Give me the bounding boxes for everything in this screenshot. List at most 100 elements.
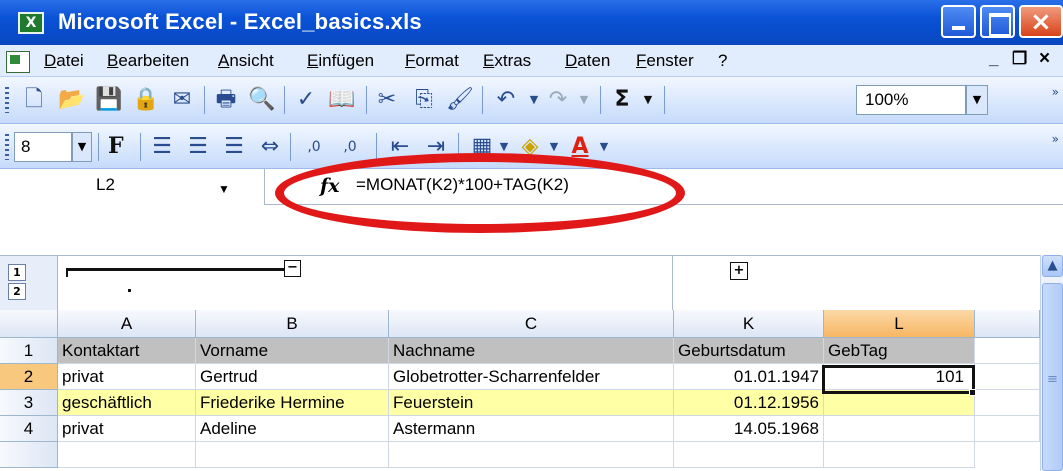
font-color-dropdown-icon[interactable]: ▼ (590, 133, 618, 161)
new-document-icon[interactable]: 🗋 (20, 86, 48, 114)
excel-app-icon[interactable]: X (18, 12, 44, 34)
cell-empty[interactable] (975, 416, 1040, 442)
format-painter-icon[interactable]: 🖌 (446, 86, 474, 114)
cell-k5[interactable] (674, 442, 824, 468)
cell-l3[interactable] (824, 390, 975, 416)
save-icon[interactable]: 💾 (95, 86, 123, 114)
cell-empty[interactable] (975, 390, 1040, 416)
document-minimize-button[interactable]: _ (989, 49, 998, 69)
font-size-select[interactable]: 8 (14, 132, 72, 162)
document-restore-button[interactable]: ❐ (1012, 49, 1027, 69)
cell-b1[interactable]: Vorname (196, 338, 389, 364)
maximize-button[interactable] (980, 5, 1015, 38)
cell-empty[interactable] (975, 364, 1040, 390)
open-folder-icon[interactable]: 📂 (58, 86, 86, 114)
cell-a5[interactable] (58, 442, 196, 468)
menu-help[interactable]: ? (718, 51, 727, 71)
close-button[interactable]: × (1019, 5, 1063, 38)
autosum-dropdown-icon[interactable]: ▼ (634, 86, 662, 114)
column-header-b[interactable]: B (196, 310, 389, 338)
cell-c4[interactable]: Astermann (389, 416, 674, 442)
select-all-corner[interactable] (0, 310, 58, 338)
cell-k1[interactable]: Geburtsdatum (674, 338, 824, 364)
toolbar-grip[interactable] (5, 134, 9, 160)
cell-l1[interactable]: GebTag (824, 338, 975, 364)
cell-b5[interactable] (196, 442, 389, 468)
spelling-icon[interactable]: ✓ (292, 86, 320, 114)
cell-l2[interactable]: 101 (824, 364, 975, 390)
align-left-icon[interactable]: ☰ (148, 133, 176, 161)
vertical-scrollbar[interactable]: ▲ (1040, 255, 1063, 471)
align-center-icon[interactable]: ☰ (184, 133, 212, 161)
permission-icon[interactable]: 🔒 (132, 86, 160, 114)
scrollbar-thumb[interactable] (1042, 283, 1063, 471)
menu-format[interactable]: Format (405, 51, 459, 71)
name-box[interactable]: L2 ▼ (0, 169, 265, 205)
cell-l4[interactable] (824, 416, 975, 442)
cell-l5[interactable] (824, 442, 975, 468)
menu-fenster[interactable]: Fenster (636, 51, 694, 71)
cell-a4[interactable]: privat (58, 416, 196, 442)
redo-icon[interactable]: ↷ (544, 86, 572, 114)
minimize-button[interactable] (941, 5, 976, 38)
cell-b3[interactable]: Friederike Hermine (196, 390, 389, 416)
menu-daten[interactable]: Daten (565, 51, 610, 71)
cell-a3[interactable]: geschäftlich (58, 390, 196, 416)
menu-bearbeiten[interactable]: Bearbeiten (107, 51, 189, 71)
column-header-k[interactable]: K (674, 310, 824, 338)
cell-b4[interactable]: Adeline (196, 416, 389, 442)
menu-extras[interactable]: Extras (483, 51, 531, 71)
menu-ansicht[interactable]: Ansicht (218, 51, 274, 71)
cell-c3[interactable]: Feuerstein (389, 390, 674, 416)
increase-decimal-icon[interactable]: ,0 (300, 133, 328, 161)
cell-empty[interactable] (975, 338, 1040, 364)
workbook-icon[interactable] (6, 51, 30, 73)
cell-k4[interactable]: 14.05.1968 (674, 416, 824, 442)
cell-c1[interactable]: Nachname (389, 338, 674, 364)
mail-icon[interactable]: ✉ (168, 86, 196, 114)
font-size-dropdown-icon[interactable]: ▼ (72, 132, 92, 162)
cell-k2[interactable]: 01.01.1947 (674, 364, 824, 390)
cell-k3[interactable]: 01.12.1956 (674, 390, 824, 416)
cell-b2[interactable]: Gertrud (196, 364, 389, 390)
row-header-5[interactable] (0, 442, 58, 468)
scroll-up-arrow-icon[interactable]: ▲ (1042, 255, 1063, 277)
column-header-empty[interactable] (975, 310, 1040, 338)
outline-level-2-button[interactable]: 2 (8, 283, 26, 300)
undo-icon[interactable]: ↶ (492, 86, 520, 114)
cell-a2[interactable]: privat (58, 364, 196, 390)
column-header-a[interactable]: A (58, 310, 196, 338)
decrease-decimal-icon[interactable]: ,0 (336, 133, 364, 161)
row-header-1[interactable]: 1 (0, 338, 58, 364)
row-header-4[interactable]: 4 (0, 416, 58, 442)
merge-center-icon[interactable]: ⇔ (256, 133, 284, 161)
zoom-dropdown-icon[interactable]: ▼ (966, 85, 988, 115)
cell-a1[interactable]: Kontaktart (58, 338, 196, 364)
toolbar-options-icon[interactable]: » (1052, 132, 1059, 146)
autosum-icon[interactable]: Σ (608, 86, 636, 114)
cut-icon[interactable]: ✂ (373, 86, 401, 114)
print-icon[interactable]: 🖶 (212, 86, 240, 114)
menu-einfuegen[interactable]: Einfügen (307, 51, 374, 71)
collapse-group-button[interactable]: − (284, 260, 301, 277)
research-icon[interactable]: 📖 (328, 86, 356, 114)
row-header-3[interactable]: 3 (0, 390, 58, 416)
document-close-button[interactable]: × (1039, 48, 1050, 70)
outline-level-1-button[interactable]: 1 (8, 264, 26, 281)
redo-dropdown-icon[interactable]: ▼ (570, 86, 598, 114)
cell-c5[interactable] (389, 442, 674, 468)
column-header-l[interactable]: L (824, 310, 975, 338)
row-header-2[interactable]: 2 (0, 364, 58, 390)
bold-button[interactable]: F (108, 133, 124, 159)
menu-datei[interactable]: Datei (44, 51, 84, 71)
expand-group-button[interactable]: + (730, 262, 748, 280)
fill-handle[interactable] (969, 389, 976, 396)
align-right-icon[interactable]: ☰ (220, 133, 248, 161)
copy-icon[interactable]: ⎘ (410, 86, 438, 114)
print-preview-icon[interactable]: 🔍 (248, 86, 276, 114)
cell-c2[interactable]: Globetrotter-Scharrenfelder (389, 364, 674, 390)
name-box-dropdown-icon[interactable]: ▼ (218, 182, 230, 196)
toolbar-grip[interactable] (5, 87, 9, 113)
column-header-c[interactable]: C (389, 310, 674, 338)
zoom-select[interactable]: 100% (856, 85, 966, 115)
